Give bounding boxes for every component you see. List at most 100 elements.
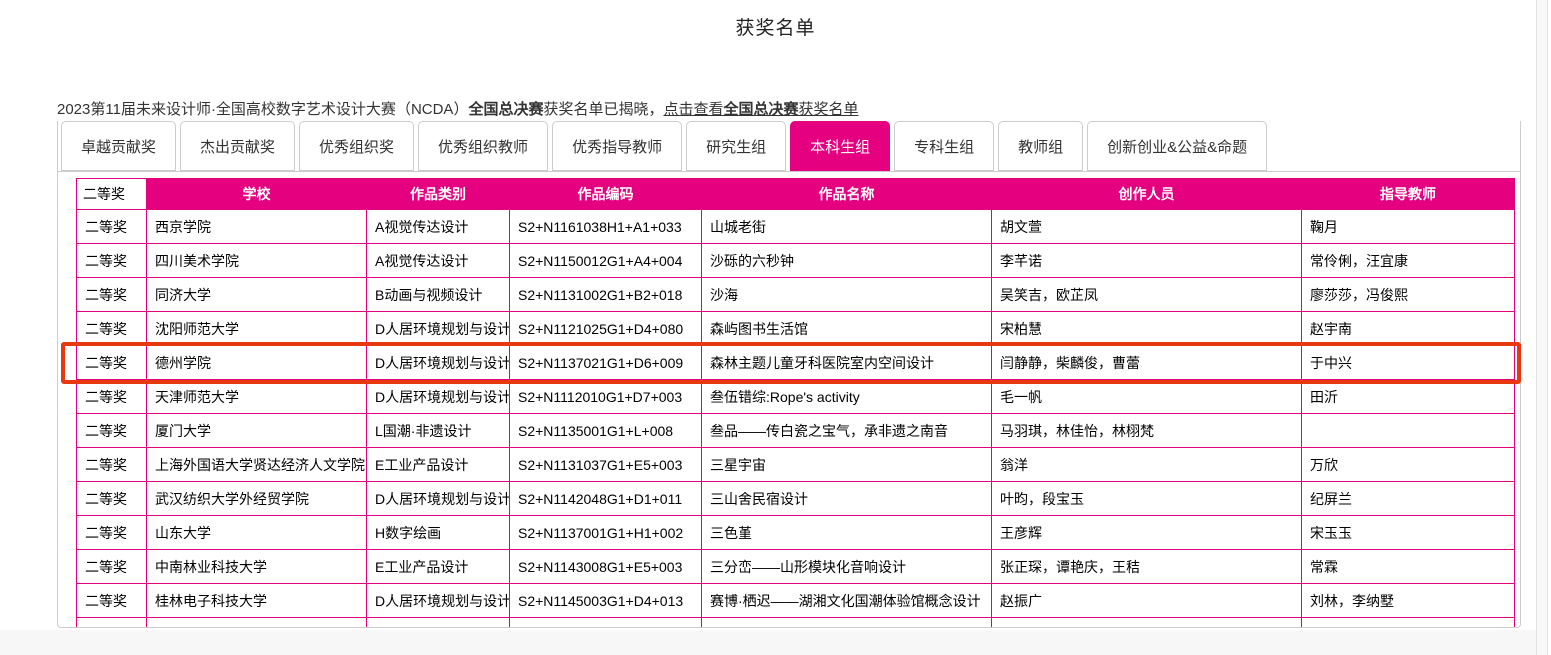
table-cell: 三色堇 bbox=[702, 516, 992, 550]
tab-strip: 卓越贡献奖 杰出贡献奖 优秀组织奖 优秀组织教师 优秀指导教师 研究生组 本科生… bbox=[58, 121, 1520, 172]
table-cell: 毛一帆 bbox=[992, 380, 1302, 414]
tabs-container: 卓越贡献奖 杰出贡献奖 优秀组织奖 优秀组织教师 优秀指导教师 研究生组 本科生… bbox=[57, 121, 1521, 628]
table-row: 二等奖桂林电子科技大学D人居环境规划与设计S2+N1145003G1+D4+01… bbox=[77, 584, 1515, 618]
header-award-level: 二等奖 bbox=[77, 179, 147, 210]
table-cell: 二等奖 bbox=[77, 584, 147, 618]
table-cell: 德州学院 bbox=[147, 346, 367, 380]
table-cell: D人居环境规划与设计 bbox=[367, 584, 510, 618]
table-cell bbox=[147, 618, 367, 628]
tab-outstanding-contribution-award[interactable]: 杰出贡献奖 bbox=[180, 121, 295, 171]
table-cell: 二等奖 bbox=[77, 244, 147, 278]
table-cell: S2+N1131002G1+B2+018 bbox=[510, 278, 702, 312]
header-category: 作品类别 bbox=[367, 179, 510, 210]
table-cell: D人居环境规划与设计 bbox=[367, 380, 510, 414]
table-cell: 上海外国语大学贤达经济人文学院 bbox=[147, 448, 367, 482]
header-advisors: 指导教师 bbox=[1302, 179, 1515, 210]
table-cell: A视觉传达设计 bbox=[367, 244, 510, 278]
table-cell bbox=[510, 618, 702, 628]
tab-excellent-organization-award[interactable]: 优秀组织奖 bbox=[299, 121, 414, 171]
tab-teacher-group[interactable]: 教师组 bbox=[998, 121, 1083, 171]
table-row: 二等奖中南林业科技大学E工业产品设计S2+N1143008G1+E5+003三分… bbox=[77, 550, 1515, 584]
header-school: 学校 bbox=[147, 179, 367, 210]
table-cell: 赵振广 bbox=[992, 584, 1302, 618]
tab-junior-college-group[interactable]: 专科生组 bbox=[894, 121, 994, 171]
table-cell: S2+N1131037G1+E5+003 bbox=[510, 448, 702, 482]
table-cell: 二等奖 bbox=[77, 210, 147, 244]
table-row: 二等奖厦门大学L国潮·非遗设计S2+N1135001G1+L+008叁品——传白… bbox=[77, 414, 1515, 448]
table-cell: 翁洋 bbox=[992, 448, 1302, 482]
scrollbar[interactable] bbox=[1536, 0, 1548, 655]
tab-innovation-entrepreneurship[interactable]: 创新创业&公益&命题 bbox=[1087, 121, 1267, 171]
page-bottom-strip bbox=[0, 630, 1536, 655]
table-cell: 二等奖 bbox=[77, 414, 147, 448]
table-cell: 田沂 bbox=[1302, 380, 1515, 414]
table-row: 二等奖天津师范大学D人居环境规划与设计S2+N1112010G1+D7+003叁… bbox=[77, 380, 1515, 414]
table-cell: S2+N1112010G1+D7+003 bbox=[510, 380, 702, 414]
table-cell: 闫静静，柴麟俊，曹蕾 bbox=[992, 346, 1302, 380]
table-cell bbox=[1302, 414, 1515, 448]
table-cell: 赛博·栖迟——湖湘文化国潮体验馆概念设计 bbox=[702, 584, 992, 618]
table-cell: 宋玉玉 bbox=[1302, 516, 1515, 550]
table-cell: 二等奖 bbox=[77, 516, 147, 550]
table-cell: 三星宇宙 bbox=[702, 448, 992, 482]
table-cell: 张正琛，谭艳庆，王秸 bbox=[992, 550, 1302, 584]
table-row: 二等奖山东大学H数字绘画S2+N1137001G1+H1+002三色堇王彦辉宋玉… bbox=[77, 516, 1515, 550]
table-cell: 刘林，李纳墅 bbox=[1302, 584, 1515, 618]
table-cell: 二等奖 bbox=[77, 312, 147, 346]
table-cell: B动画与视频设计 bbox=[367, 278, 510, 312]
table-cell: 于中兴 bbox=[1302, 346, 1515, 380]
link-finals-bold: 全国总决赛 bbox=[724, 101, 799, 118]
tab-excellent-contribution-award[interactable]: 卓越贡献奖 bbox=[61, 121, 176, 171]
table-cell: 常霖 bbox=[1302, 550, 1515, 584]
table-cell: A视觉传达设计 bbox=[367, 210, 510, 244]
table-row: 二等奖德州学院D人居环境规划与设计S2+N1137021G1+D6+009森林主… bbox=[77, 346, 1515, 380]
table-cell: 沙砾的六秒钟 bbox=[702, 244, 992, 278]
header-work-name: 作品名称 bbox=[702, 179, 992, 210]
tab-panel: 二等奖 学校 作品类别 作品编码 作品名称 创作人员 指导教师 二等奖西京学院A… bbox=[58, 172, 1520, 627]
table-cell: 二等奖 bbox=[77, 482, 147, 516]
tab-graduate-group[interactable]: 研究生组 bbox=[686, 121, 786, 171]
table-cell: 纪屏兰 bbox=[1302, 482, 1515, 516]
table-header-row: 二等奖 学校 作品类别 作品编码 作品名称 创作人员 指导教师 bbox=[77, 179, 1515, 210]
table-row-clipped bbox=[77, 618, 1515, 628]
table-cell: S2+N1150012G1+A4+004 bbox=[510, 244, 702, 278]
table-cell: 二等奖 bbox=[77, 550, 147, 584]
tab-excellent-organization-teacher[interactable]: 优秀组织教师 bbox=[418, 121, 548, 171]
table-cell: 李芊诺 bbox=[992, 244, 1302, 278]
link-part1: 点击查看 bbox=[663, 101, 723, 118]
table-cell: 桂林电子科技大学 bbox=[147, 584, 367, 618]
table-cell: D人居环境规划与设计 bbox=[367, 312, 510, 346]
table-cell: 胡文萱 bbox=[992, 210, 1302, 244]
intro-text: 2023第11届未来设计师·全国高校数字艺术设计大赛（NCDA）全国总决赛获奖名… bbox=[57, 100, 859, 120]
table-cell: S2+N1137021G1+D6+009 bbox=[510, 346, 702, 380]
table-cell: 叁品——传白瓷之宝气，承非遗之南音 bbox=[702, 414, 992, 448]
table-cell bbox=[367, 618, 510, 628]
page-title: 获奖名单 bbox=[0, 13, 1551, 40]
table-row: 二等奖上海外国语大学贤达经济人文学院E工业产品设计S2+N1131037G1+E… bbox=[77, 448, 1515, 482]
table-cell: S2+N1137001G1+H1+002 bbox=[510, 516, 702, 550]
table-cell: 中南林业科技大学 bbox=[147, 550, 367, 584]
table-cell: 二等奖 bbox=[77, 278, 147, 312]
table-cell: 西京学院 bbox=[147, 210, 367, 244]
header-creators: 创作人员 bbox=[992, 179, 1302, 210]
table-cell: E工业产品设计 bbox=[367, 550, 510, 584]
table-cell: S2+N1135001G1+L+008 bbox=[510, 414, 702, 448]
intro-part3: 获奖名单已揭晓， bbox=[543, 101, 663, 118]
table-cell: 叶昀，段宝玉 bbox=[992, 482, 1302, 516]
table-cell: S2+N1143008G1+E5+003 bbox=[510, 550, 702, 584]
table-cell: 王彦辉 bbox=[992, 516, 1302, 550]
table-cell: E工业产品设计 bbox=[367, 448, 510, 482]
tab-undergraduate-group[interactable]: 本科生组 bbox=[790, 121, 890, 171]
table-cell bbox=[702, 618, 992, 628]
table-cell: 山东大学 bbox=[147, 516, 367, 550]
table-cell: 厦门大学 bbox=[147, 414, 367, 448]
link-part3: 获奖名单 bbox=[799, 101, 859, 118]
table-cell: 森屿图书生活馆 bbox=[702, 312, 992, 346]
table-cell: 沈阳师范大学 bbox=[147, 312, 367, 346]
view-finals-link[interactable]: 点击查看全国总决赛获奖名单 bbox=[663, 101, 858, 118]
table-row: 二等奖西京学院A视觉传达设计S2+N1161038H1+A1+033山城老街胡文… bbox=[77, 210, 1515, 244]
tab-excellent-guidance-teacher[interactable]: 优秀指导教师 bbox=[552, 121, 682, 171]
table-cell: 同济大学 bbox=[147, 278, 367, 312]
table-cell: S2+N1142048G1+D1+011 bbox=[510, 482, 702, 516]
table-cell: 万欣 bbox=[1302, 448, 1515, 482]
